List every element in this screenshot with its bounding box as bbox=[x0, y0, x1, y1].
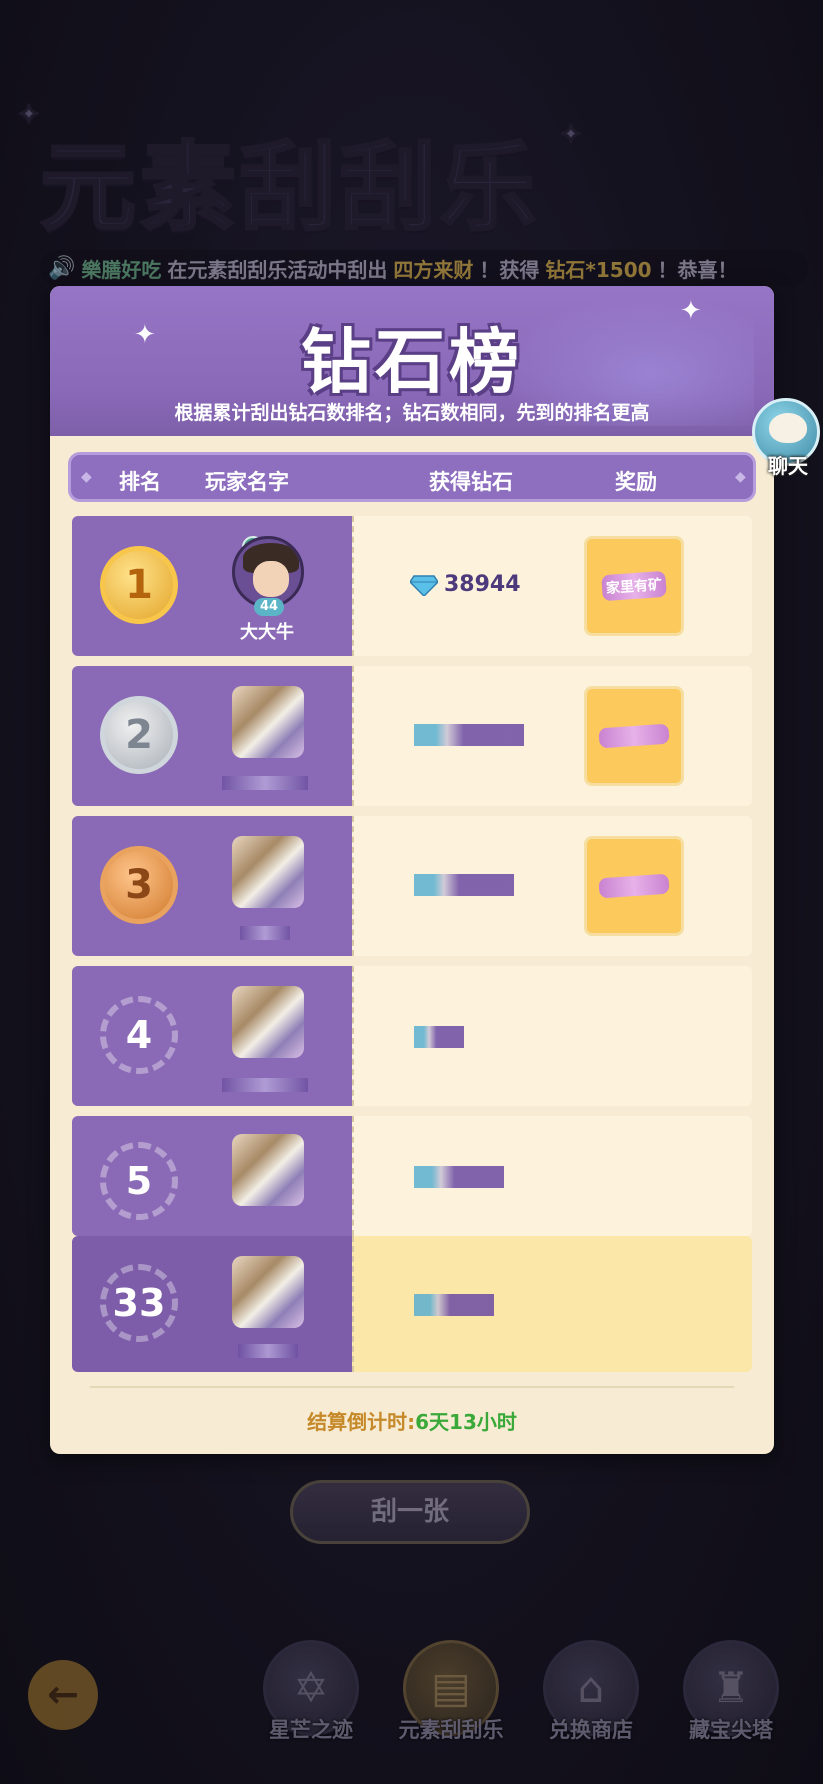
divider bbox=[90, 1386, 734, 1388]
diamond-leaderboard-panel: ✦ ✦ 钻石榜 根据累计刮出钻石数排名；钻石数相同，先到的排名更高 ◆ 排名 玩… bbox=[50, 286, 774, 1454]
rank-gear-icon: 5 bbox=[100, 1142, 178, 1220]
diamond-count-blurred bbox=[414, 1166, 504, 1188]
player-name-blurred bbox=[238, 1344, 298, 1358]
col-rank: 排名 bbox=[119, 470, 161, 494]
col-reward: 奖励 bbox=[615, 470, 657, 494]
diamond-count-blurred bbox=[414, 1026, 464, 1048]
panel-header: ✦ ✦ 钻石榜 根据累计刮出钻石数排名；钻石数相同，先到的排名更高 bbox=[50, 286, 774, 436]
avatar[interactable] bbox=[232, 1134, 304, 1206]
panel-subtitle: 根据累计刮出钻石数排名；钻石数相同，先到的排名更高 bbox=[174, 402, 650, 424]
diamond-count-blurred bbox=[414, 874, 514, 896]
leaderboard-row: 1 ⊕ 44 大大牛 38944 家里有矿 bbox=[72, 516, 752, 656]
player-name-blurred bbox=[222, 1078, 308, 1092]
avatar[interactable] bbox=[232, 986, 304, 1058]
avatar[interactable] bbox=[232, 836, 304, 908]
reward-title-item[interactable]: 家里有矿 bbox=[584, 536, 684, 636]
reward-title-item[interactable] bbox=[584, 686, 684, 786]
bronze-medal-icon: 3 bbox=[100, 846, 178, 924]
avatar[interactable] bbox=[232, 686, 304, 758]
my-rank-row: 33 bbox=[72, 1236, 752, 1372]
column-header: ◆ 排名 玩家名字 获得钻石 奖励 ◆ bbox=[68, 452, 756, 502]
rank-gear-icon: 4 bbox=[100, 996, 178, 1074]
reward-label bbox=[598, 723, 670, 749]
leaderboard-row: 4 bbox=[72, 966, 752, 1106]
silver-medal-icon: 2 bbox=[100, 696, 178, 774]
panel-title: 钻石榜 bbox=[301, 321, 523, 403]
level-badge: 44 bbox=[254, 598, 284, 616]
leaderboard-row: 5 bbox=[72, 1116, 752, 1236]
mascot-icon bbox=[769, 413, 807, 443]
diamond-count: 38944 bbox=[444, 572, 521, 597]
diamond-dot-icon: ◆ bbox=[735, 469, 746, 485]
avatar[interactable] bbox=[232, 1256, 304, 1328]
leaderboard-row: 3 bbox=[72, 816, 752, 956]
gold-medal-icon: 1 bbox=[100, 546, 178, 624]
diamond-count-blurred bbox=[414, 724, 524, 746]
player-name-blurred bbox=[222, 776, 308, 790]
player-name: 大大牛 bbox=[240, 622, 294, 643]
settlement-countdown: 结算倒计时:6天13小时 bbox=[307, 1410, 517, 1434]
rank-gear-icon: 33 bbox=[100, 1264, 178, 1342]
reward-label: 家里有矿 bbox=[601, 570, 667, 602]
chat-label[interactable]: 聊天 bbox=[752, 450, 823, 479]
diamond-icon bbox=[410, 575, 438, 596]
diamond-dot-icon: ◆ bbox=[81, 469, 92, 485]
leaderboard-row: 2 bbox=[72, 666, 752, 806]
diamond-count-blurred bbox=[414, 1294, 494, 1316]
col-player: 玩家名字 bbox=[205, 470, 289, 494]
player-name-blurred bbox=[240, 926, 290, 940]
reward-label bbox=[598, 873, 670, 899]
col-diamonds: 获得钻石 bbox=[429, 470, 513, 494]
reward-title-item[interactable] bbox=[584, 836, 684, 936]
